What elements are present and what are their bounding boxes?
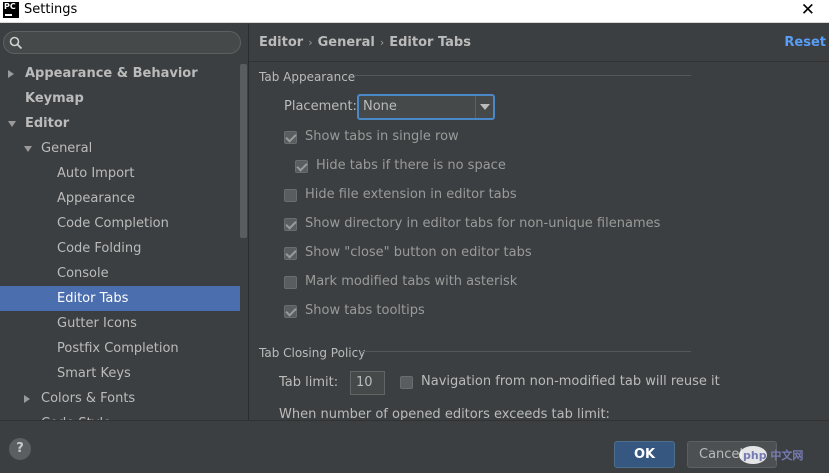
sidebar-item[interactable]: Code Style: [0, 411, 240, 420]
php-logo-watermark: php 中文网: [739, 446, 803, 464]
tab-appearance-title: Tab Appearance: [259, 70, 356, 84]
sidebar-item-label: Appearance & Behavior: [25, 66, 198, 81]
sidebar-item-label: Postfix Completion: [57, 341, 179, 356]
sidebar-item-label: Auto Import: [57, 166, 135, 181]
reuse-tab-label: Navigation from non-modified tab will re…: [421, 374, 720, 389]
sidebar-item[interactable]: General: [0, 136, 240, 161]
chevron-down-icon[interactable]: [24, 146, 32, 152]
sidebar-item[interactable]: Postfix Completion: [0, 336, 240, 361]
sidebar-item[interactable]: Appearance & Behavior: [0, 61, 240, 86]
breadcrumb-separator: ›: [308, 36, 313, 49]
ok-button[interactable]: OK: [614, 441, 675, 468]
header-divider: [249, 61, 829, 62]
watermark-text: php 中文网: [743, 448, 803, 462]
sidebar-item[interactable]: Auto Import: [0, 161, 240, 186]
breadcrumb-editor-tabs: Editor Tabs: [389, 35, 471, 50]
dropdown-button[interactable]: [475, 96, 493, 118]
title-bar: PC Settings ✕: [0, 0, 829, 23]
sidebar-scrollbar[interactable]: [240, 64, 247, 238]
reuse-tab-checkbox[interactable]: [400, 376, 413, 389]
tab-limit-input[interactable]: 10: [350, 371, 385, 395]
option-checkbox[interactable]: [284, 218, 297, 231]
placement-label: Placement:: [284, 99, 357, 114]
breadcrumb-general: General: [317, 35, 375, 50]
sidebar-item[interactable]: Console: [0, 261, 240, 286]
option-checkbox[interactable]: [284, 131, 297, 144]
breadcrumb: Editor › General › Editor Tabs: [259, 35, 471, 50]
sidebar-item-label: Console: [57, 266, 109, 281]
sidebar-item[interactable]: Code Completion: [0, 211, 240, 236]
help-button[interactable]: ?: [9, 438, 31, 460]
chevron-right-icon[interactable]: [24, 395, 30, 403]
sidebar-item-label: Colors & Fonts: [41, 391, 136, 406]
option-label: Show "close" button on editor tabs: [305, 245, 532, 260]
sidebar-item-label: Keymap: [25, 91, 84, 106]
option-checkbox[interactable]: [284, 276, 297, 289]
tab-closing-divider: [361, 351, 691, 352]
sidebar-item[interactable]: Gutter Icons: [0, 311, 240, 336]
tab-appearance-divider: [355, 75, 691, 76]
sidebar-item-label: Appearance: [57, 191, 136, 206]
sidebar-item-label: Smart Keys: [57, 366, 131, 381]
tab-closing-title: Tab Closing Policy: [259, 346, 366, 360]
sidebar-item-label: Editor: [25, 116, 70, 131]
sidebar-item-label: Gutter Icons: [57, 316, 137, 331]
close-icon[interactable]: ✕: [801, 0, 815, 20]
option-checkbox[interactable]: [284, 247, 297, 260]
sidebar-item-label: Editor Tabs: [57, 291, 129, 306]
option-label: Show tabs tooltips: [305, 303, 425, 318]
sidebar-item[interactable]: Appearance: [0, 186, 240, 211]
option-label: Show tabs in single row: [305, 129, 459, 144]
chevron-down-icon[interactable]: [8, 121, 16, 127]
sidebar-item-label: General: [41, 141, 93, 156]
sidebar-item[interactable]: Code Folding: [0, 236, 240, 261]
option-label: Show directory in editor tabs for non-un…: [305, 216, 661, 231]
sidebar-item[interactable]: Smart Keys: [0, 361, 240, 386]
sidebar-item[interactable]: Colors & Fonts: [0, 386, 240, 411]
when-exceeds-text: When number of opened editors exceeds ta…: [279, 407, 610, 420]
search-input[interactable]: [3, 31, 241, 54]
breadcrumb-editor: Editor: [259, 35, 304, 50]
option-checkbox[interactable]: [284, 189, 297, 202]
sidebar-item-label: Code Style: [41, 411, 111, 420]
placement-select[interactable]: None: [357, 94, 495, 120]
breadcrumb-separator: ›: [379, 36, 385, 49]
sidebar-item[interactable]: Keymap: [0, 86, 240, 111]
option-label: Hide file extension in editor tabs: [305, 187, 517, 202]
app-icon-text: PC: [4, 2, 16, 11]
settings-content: Editor › General › Editor Tabs Reset Tab App…: [249, 24, 829, 420]
chevron-right-icon[interactable]: [8, 70, 14, 78]
sidebar-item[interactable]: Editor: [0, 111, 240, 136]
dialog-footer: ? OK Cancel php 中文网: [0, 420, 829, 473]
option-label: Mark modified tabs with asterisk: [305, 274, 518, 289]
option-label: Hide tabs if there is no space: [316, 158, 506, 173]
tab-limit-label: Tab limit:: [279, 375, 339, 390]
window-title: Settings: [24, 2, 78, 17]
option-checkbox[interactable]: [284, 305, 297, 318]
search-icon: [9, 36, 23, 50]
placement-value: None: [363, 99, 397, 114]
sidebar-item-label: Code Completion: [57, 216, 169, 231]
sidebar-item-label: Code Folding: [57, 241, 142, 256]
pycharm-app-icon: PC: [3, 2, 19, 18]
chevron-down-icon: [480, 104, 490, 110]
option-checkbox[interactable]: [295, 160, 308, 173]
settings-sidebar: Appearance & Behavior Keymap Editor General…: [0, 24, 248, 420]
sidebar-item[interactable]: Editor Tabs: [0, 286, 240, 311]
reset-link[interactable]: Reset: [784, 35, 826, 50]
